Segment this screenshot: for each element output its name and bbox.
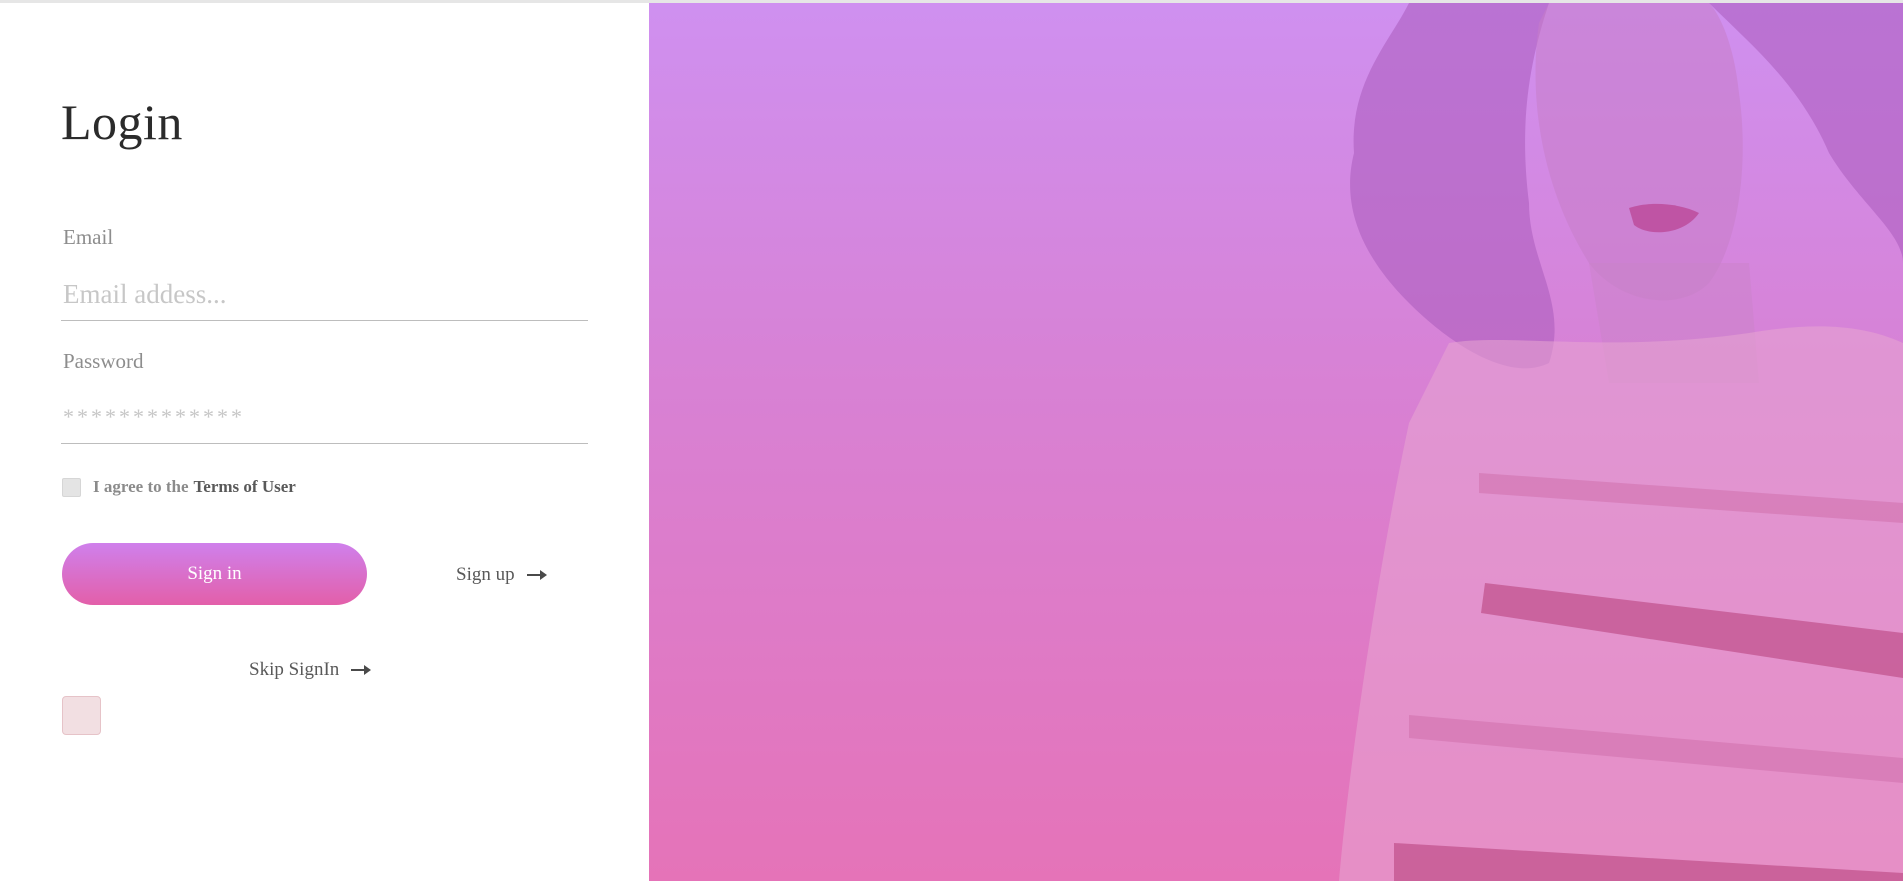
skip-sign-in-label: Skip SignIn xyxy=(249,659,340,680)
page-title: Login xyxy=(61,94,183,150)
terms-agreement: I agree to the Terms of User xyxy=(62,477,296,497)
sign-up-label: Sign up xyxy=(456,564,515,585)
agree-label: I agree to the xyxy=(93,477,189,496)
sign-up-link[interactable]: Sign up xyxy=(456,564,548,586)
password-field[interactable] xyxy=(61,391,588,444)
terms-checkbox[interactable] xyxy=(62,477,81,497)
email-label: Email xyxy=(63,225,114,249)
email-field[interactable] xyxy=(61,268,588,321)
password-label: Password xyxy=(63,349,144,373)
small-swatch xyxy=(62,696,101,735)
login-panel: Login Email Password I agree to the Term… xyxy=(0,3,649,881)
hero-panel xyxy=(649,3,1903,881)
right-arrow-icon xyxy=(350,664,372,676)
woman-portrait-image xyxy=(1339,3,1903,881)
skip-sign-in-link[interactable]: Skip SignIn xyxy=(249,659,372,681)
sign-in-button[interactable]: Sign in xyxy=(62,543,367,605)
terms-link[interactable]: Terms of User xyxy=(194,477,296,497)
right-arrow-icon xyxy=(526,569,548,581)
